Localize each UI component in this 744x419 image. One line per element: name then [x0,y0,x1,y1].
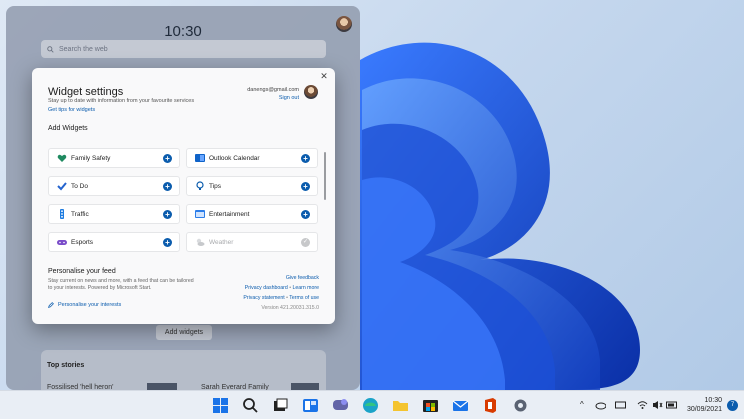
terms-of-use-link[interactable]: Terms of use [289,295,319,301]
widget-tile-to-do[interactable]: To Do + [48,176,180,196]
add-widgets-heading: Add Widgets [48,125,88,132]
weather-icon [196,238,205,246]
profile-picture[interactable] [336,16,352,32]
personalise-heading: Personalise your feed [48,268,116,275]
add-widget-button[interactable]: + [301,181,310,191]
sign-out-link[interactable]: Sign out [279,95,299,101]
top-stories-card: Top stories Fossilised 'hell heron' Sara… [41,350,326,391]
microsoft-store-icon[interactable] [422,397,439,414]
search-icon [47,45,54,53]
widget-tile-esports[interactable]: Esports + [48,232,180,252]
personalise-interests-label: Personalise your interests [58,302,122,308]
add-widget-button[interactable]: + [163,209,172,219]
search-placeholder: Search the web [59,45,108,53]
personalise-interests-link[interactable]: Personalise your interests [48,302,121,308]
avatar [304,85,318,99]
dialog-title: Widget settings [48,86,124,98]
add-widget-button[interactable]: + [301,153,310,163]
add-widget-button[interactable]: + [163,237,172,247]
link-separator: • [286,295,288,301]
taskbar: ^ 10:30 30/09/2021 7 [0,390,744,419]
notification-badge[interactable]: 7 [727,400,738,411]
wifi-icon[interactable] [637,400,648,410]
family-safety-icon [57,154,67,162]
widget-label: Weather [209,238,234,246]
outlook-calendar-icon [195,154,205,162]
privacy-links-row: Privacy dashboard • Learn more [245,285,319,291]
task-view-icon[interactable] [272,397,289,414]
widget-tile-entertainment[interactable]: Entertainment + [186,204,318,224]
privacy-dashboard-link[interactable]: Privacy dashboard [245,285,288,291]
add-widget-button[interactable]: + [163,181,172,191]
traffic-icon [60,209,64,219]
volume-icon[interactable] [652,400,663,410]
board-clock: 10:30 [164,23,202,40]
give-feedback-link[interactable]: Give feedback [286,275,319,281]
start-icon[interactable] [212,397,229,414]
widget-label: Traffic [71,210,89,218]
file-explorer-icon[interactable] [392,397,409,414]
story-thumbnail[interactable] [291,383,319,390]
widget-tile-family-safety[interactable]: Family Safety + [48,148,180,168]
widget-settings-dialog: ✕ Widget settings Stay up to date with i… [32,68,335,324]
battery-icon[interactable] [666,400,678,410]
add-widget-button[interactable]: + [163,153,172,163]
widget-label: To Do [71,182,88,190]
onedrive-icon[interactable] [595,400,606,410]
esports-icon [57,240,67,245]
search-icon[interactable] [242,397,259,414]
mail-icon[interactable] [452,397,469,414]
entertainment-icon [195,210,205,218]
taskbar-date: 30/09/2021 [686,406,722,413]
tips-link[interactable]: Get tips for widgets [48,107,95,113]
version-text: Version 421.20031.315.0 [261,305,319,311]
story-thumbnail[interactable] [147,383,177,390]
privacy-statement-link[interactable]: Privacy statement [243,295,284,301]
pencil-icon [48,302,54,308]
learn-more-link[interactable]: Learn more [292,285,319,291]
widgets-icon[interactable] [302,397,319,414]
widget-label: Tips [209,182,222,190]
system-clock[interactable]: 10:30 30/09/2021 [687,396,722,414]
widget-label: Esports [71,238,94,246]
widget-label: Outlook Calendar [209,154,260,162]
dialog-subtitle: Stay up to date with information from yo… [48,98,195,104]
link-separator: • [289,285,292,291]
add-widget-button[interactable]: + [301,209,310,219]
checkmark-icon: ✓ [301,237,310,247]
add-widgets-button[interactable]: Add widgets [156,325,212,340]
widget-tile-tips[interactable]: Tips + [186,176,318,196]
widget-label: Family Safety [71,154,111,162]
close-icon[interactable]: ✕ [319,71,329,81]
board-search-box[interactable]: Search the web [41,40,326,58]
scrollbar[interactable] [324,152,326,200]
widget-label: Entertainment [209,210,250,218]
personalise-description: Stay current on news and more, with a fe… [48,278,194,291]
edge-icon[interactable] [362,397,379,414]
chat-icon[interactable] [332,397,349,414]
legal-links-row: Privacy statement • Terms of use [243,295,319,301]
keyboard-icon[interactable] [615,400,626,410]
chevron-up-icon[interactable]: ^ [580,400,584,409]
top-stories-heading: Top stories [47,362,85,369]
tips-icon [196,181,204,190]
widget-tile-weather: Weather ✓ [186,232,318,252]
account-email: danengs@gmail.com [247,87,299,93]
settings-icon[interactable] [512,397,529,414]
taskbar-time: 10:30 [704,397,722,404]
widget-tile-traffic[interactable]: Traffic + [48,204,180,224]
office-icon[interactable] [482,397,499,414]
widget-tile-outlook-calendar[interactable]: Outlook Calendar + [186,148,318,168]
to-do-icon [57,182,67,191]
